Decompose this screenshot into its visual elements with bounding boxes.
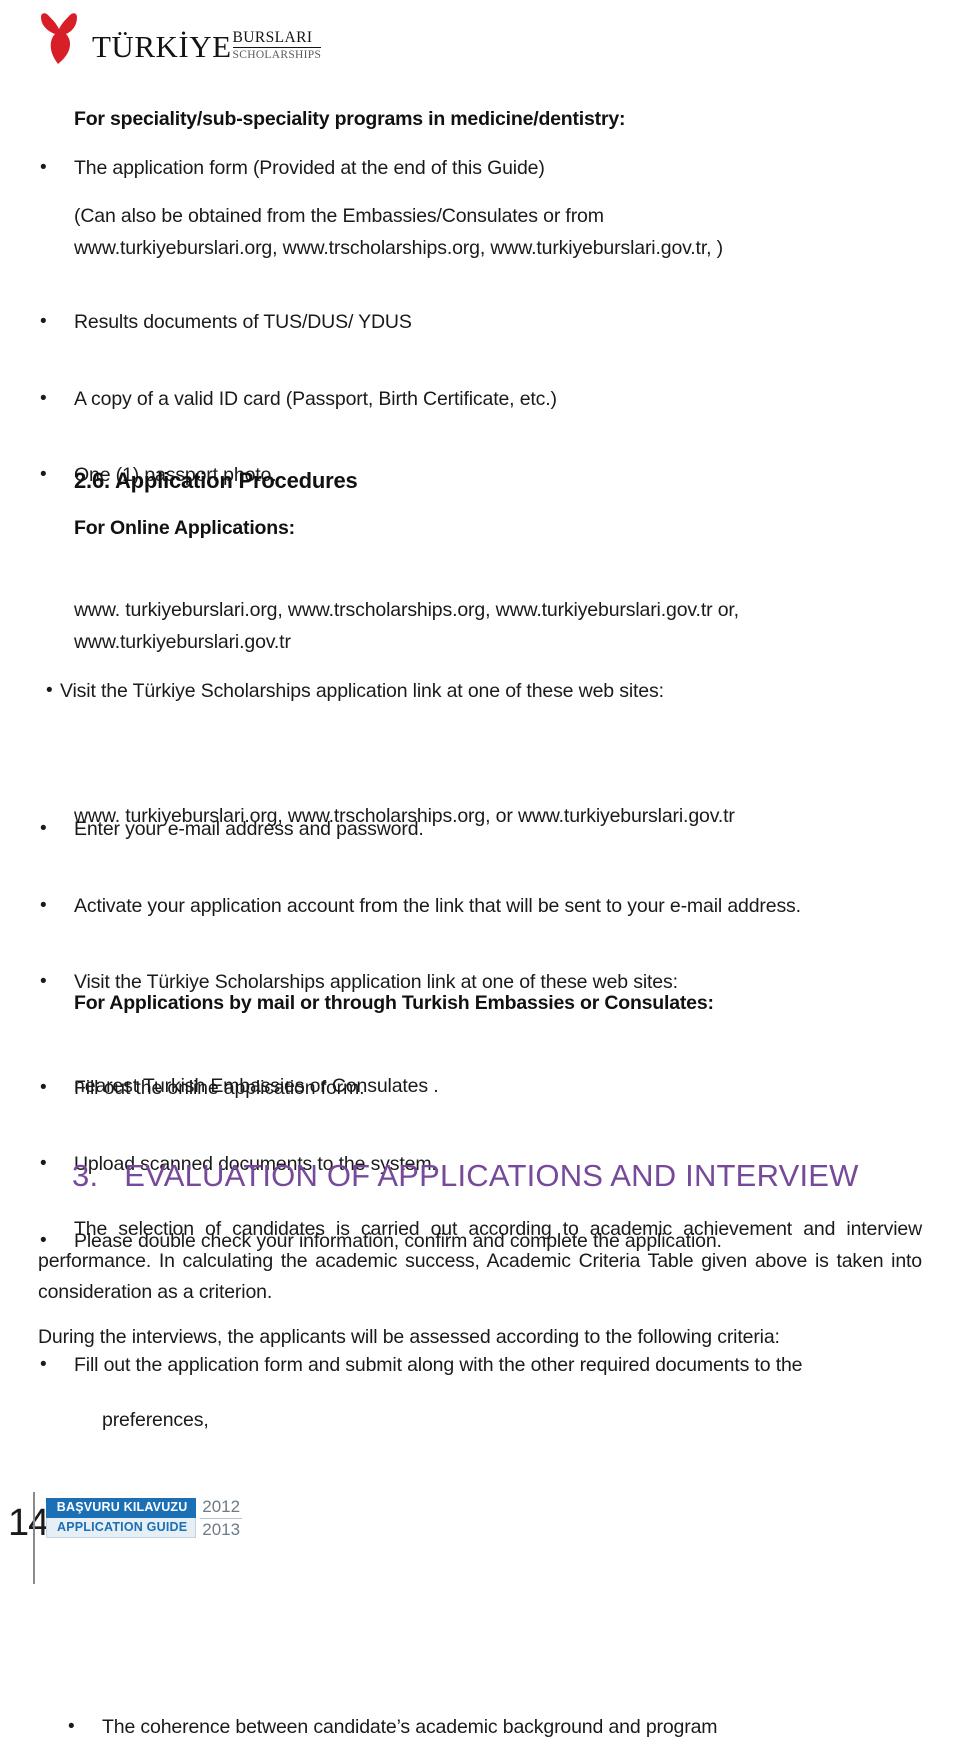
list-item: • Results documents of TUS/DUS/ YDUS: [40, 308, 920, 336]
section-3-number: 3.: [72, 1158, 99, 1193]
badge-label-tr: BAŞVURU KILAVUZU: [46, 1498, 197, 1518]
criteria-continuation: preferences,: [102, 1409, 209, 1431]
list-item: • Activate your application account from…: [40, 892, 958, 920]
section-3-paragraph-1: The selection of candidates is carried o…: [38, 1218, 922, 1304]
bullet-icon: •: [40, 311, 47, 333]
logo-turkiye-text: TÜRKİYE: [92, 29, 232, 65]
bullet-icon: •: [40, 1153, 47, 1175]
footer-divider: [33, 1492, 35, 1584]
list-item: • Fill out the application form and subm…: [40, 1351, 958, 1379]
badge-label-en: APPLICATION GUIDE: [46, 1517, 197, 1539]
section-3-heading: 3. EVALUATION OF APPLICATIONS AND INTERVI…: [72, 1158, 859, 1194]
tulip-icon: [32, 11, 88, 65]
list-item-label: The coherence between candidate’s academ…: [102, 1716, 718, 1739]
medicine-subline-1: (Can also be obtained from the Embassies…: [74, 205, 604, 227]
logo-wordmark: TÜRKİYE BURSLARI SCHOLARSHIPS: [92, 22, 322, 62]
bullet-icon: •: [40, 1353, 47, 1375]
online-websites-line-2: www.turkiyeburslari.gov.tr: [74, 631, 291, 653]
document-header: TÜRKİYE BURSLARI SCHOLARSHIPS: [32, 8, 332, 68]
section-3-title: EVALUATION OF APPLICATIONS AND INTERVIEW: [124, 1158, 859, 1193]
list-item: • Visit the Türkiye Scholarships applica…: [46, 677, 936, 705]
badge-year-bottom: 2013: [202, 1519, 241, 1539]
bullet-icon: •: [40, 894, 47, 916]
list-item-label: Visit the Türkiye Scholarships applicati…: [60, 680, 664, 703]
list-item-label: The application form (Provided at the en…: [74, 157, 545, 179]
medicine-section-heading: For speciality/sub-speciality programs i…: [74, 108, 626, 130]
medicine-subline-2: www.turkiyeburslari.org, www.trscholarsh…: [74, 237, 723, 259]
for-online-applications-heading: For Online Applications:: [74, 517, 295, 539]
document-footer: 14 BAŞVURU KILAVUZU APPLICATION GUIDE 20…: [0, 1464, 960, 1584]
list-item-label: A copy of a valid ID card (Passport, Bir…: [74, 387, 557, 410]
bullet-icon: •: [40, 387, 47, 409]
logo-burslari-text: BURSLARI: [232, 29, 322, 48]
list-item: • The application form (Provided at the …: [40, 154, 920, 182]
bullet-icon: •: [40, 970, 47, 992]
document-body: For speciality/sub-speciality programs i…: [0, 96, 960, 1738]
page-number: 14: [8, 1502, 49, 1544]
bullet-icon: •: [40, 157, 47, 178]
mail-websites-line: www. turkiyeburslari.org, www.trscholars…: [74, 805, 735, 827]
logo-scholarships-text: SCHOLARSHIPS: [232, 48, 322, 61]
bullet-icon: •: [40, 818, 47, 840]
bullet-icon: •: [40, 463, 47, 485]
bullet-icon: •: [68, 1716, 75, 1738]
application-guide-badge: BAŞVURU KILAVUZU APPLICATION GUIDE 2012 …: [46, 1497, 243, 1539]
list-item: • A copy of a valid ID card (Passport, B…: [40, 385, 920, 413]
list-item-label: Results documents of TUS/DUS/ YDUS: [74, 311, 412, 334]
section-3-paragraph-2: During the interviews, the applicants wi…: [38, 1326, 780, 1348]
list-item: • The coherence between candidate’s acad…: [68, 1713, 948, 1741]
online-websites-line-1: www. turkiyeburslari.org, www.trscholars…: [74, 599, 739, 621]
bullet-icon: •: [46, 680, 53, 702]
badge-year-top: 2012: [200, 1497, 243, 1519]
list-item-label: Fill out the application form and submit…: [74, 1353, 803, 1376]
mail-application-line-2: nearest Turkish Embassies or Consulates …: [74, 1075, 439, 1097]
for-mail-applications-heading: For Applications by mail or through Turk…: [74, 992, 714, 1014]
bullet-icon: •: [40, 1077, 47, 1099]
section-26-heading: 2.6. Application Procedures: [74, 468, 358, 493]
list-item-label: Activate your application account from t…: [74, 894, 801, 917]
